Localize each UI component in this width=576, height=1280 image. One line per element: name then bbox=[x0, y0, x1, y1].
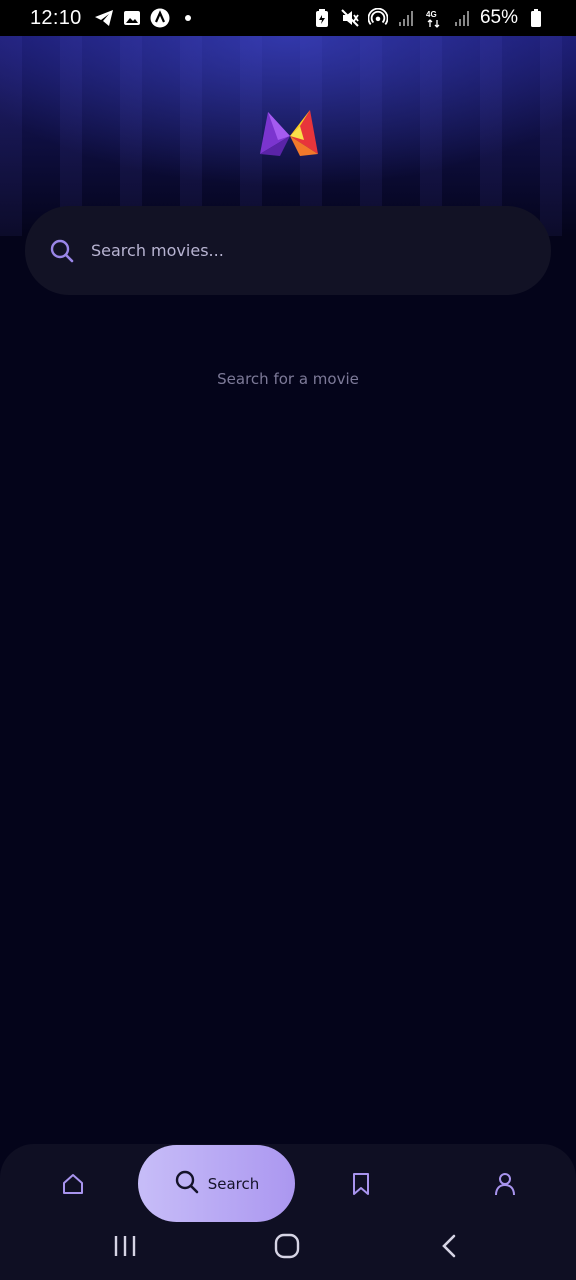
mute-icon bbox=[340, 8, 360, 28]
gallery-icon bbox=[122, 8, 142, 28]
system-nav-bar bbox=[0, 1212, 576, 1280]
search-bar[interactable] bbox=[25, 206, 551, 295]
dot-icon bbox=[178, 8, 198, 28]
home-circle-icon[interactable] bbox=[266, 1228, 308, 1264]
status-bar-right: 4G 65% bbox=[312, 7, 546, 29]
bookmark-icon bbox=[349, 1171, 373, 1201]
battery-icon bbox=[526, 8, 546, 28]
nav-search-label: Search bbox=[207, 1174, 260, 1193]
hotspot-icon bbox=[367, 8, 388, 28]
signal-icon bbox=[452, 8, 472, 28]
search-icon bbox=[174, 1169, 200, 1199]
signal-icon bbox=[396, 8, 416, 28]
search-icon bbox=[49, 238, 75, 264]
nav-bookmarks-button[interactable] bbox=[340, 1166, 382, 1206]
status-bar: 12:10 4G 65% bbox=[0, 0, 576, 36]
nav-home-button[interactable] bbox=[52, 1166, 94, 1206]
app-logo bbox=[258, 106, 320, 158]
home-icon bbox=[60, 1171, 86, 1201]
status-bar-left: 12:10 bbox=[30, 7, 198, 30]
nav-profile-button[interactable] bbox=[484, 1166, 526, 1206]
status-time: 12:10 bbox=[30, 6, 82, 29]
svg-text:4G: 4G bbox=[426, 10, 437, 19]
empty-state-message: Search for a movie bbox=[217, 370, 359, 388]
search-input[interactable] bbox=[89, 240, 513, 261]
nav-search-button[interactable]: Search bbox=[138, 1145, 295, 1222]
app-icon bbox=[150, 8, 170, 28]
4g-icon: 4G bbox=[424, 8, 444, 28]
battery-percent: 65% bbox=[479, 7, 518, 28]
battery-saver-icon bbox=[312, 8, 332, 28]
telegram-icon bbox=[94, 8, 114, 28]
recents-icon[interactable] bbox=[104, 1228, 146, 1264]
back-icon[interactable] bbox=[428, 1228, 470, 1264]
profile-icon bbox=[492, 1171, 518, 1201]
